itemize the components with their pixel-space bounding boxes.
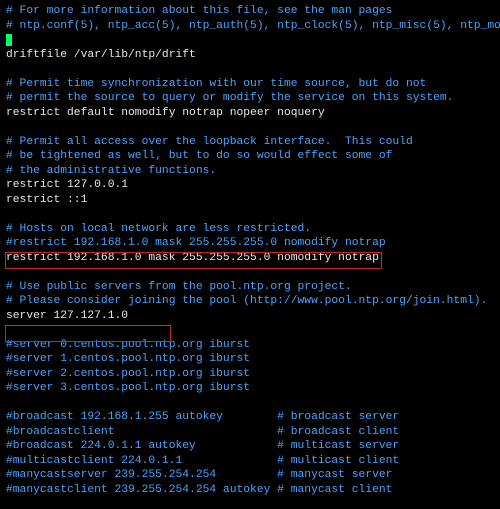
config-line: #broadcast 224.0.1.1 autokey # multicast…	[6, 440, 399, 452]
config-line: # Hosts on local network are less restri…	[6, 223, 311, 235]
config-line: # ntp.conf(5), ntp_acc(5), ntp_auth(5), …	[6, 20, 500, 32]
config-line: #server 2.centos.pool.ntp.org iburst	[6, 368, 250, 380]
config-line: #server 1.centos.pool.ntp.org iburst	[6, 353, 250, 365]
config-line: #manycastclient 239.255.254.254 autokey …	[6, 484, 392, 496]
cursor	[6, 34, 12, 46]
config-line: # Permit all access over the loopback in…	[6, 136, 413, 148]
config-line: #broadcastclient # broadcast client	[6, 426, 399, 438]
config-line: #server 0.centos.pool.ntp.org iburst	[6, 339, 250, 351]
config-line: # be tightened as well, but to do so wou…	[6, 150, 392, 162]
config-line: #manycastserver 239.255.254.254 # manyca…	[6, 469, 392, 481]
config-line: # Permit time synchronization with our t…	[6, 78, 426, 90]
config-line: restrict 192.168.1.0 mask 255.255.255.0 …	[6, 252, 379, 264]
config-line: restrict default nomodify notrap nopeer …	[6, 107, 325, 119]
config-line: server 127.127.1.0	[6, 310, 128, 322]
config-line: #broadcast 192.168.1.255 autokey # broad…	[6, 411, 399, 423]
config-line: driftfile /var/lib/ntp/drift	[6, 49, 196, 61]
config-line: restrict ::1	[6, 194, 87, 206]
config-line: #multicastclient 224.0.1.1 # multicast c…	[6, 455, 399, 467]
config-line: # Please consider joining the pool (http…	[6, 295, 487, 307]
config-line: restrict 127.0.0.1	[6, 179, 128, 191]
config-line: #restrict 192.168.1.0 mask 255.255.255.0…	[6, 237, 386, 249]
config-line: # Use public servers from the pool.ntp.o…	[6, 281, 352, 293]
terminal-output: # For more information about this file, …	[0, 0, 500, 501]
config-line: # For more information about this file, …	[6, 5, 392, 17]
config-line: # permit the source to query or modify t…	[6, 92, 453, 104]
config-line: #server 3.centos.pool.ntp.org iburst	[6, 382, 250, 394]
config-line: # the administrative functions.	[6, 165, 216, 177]
